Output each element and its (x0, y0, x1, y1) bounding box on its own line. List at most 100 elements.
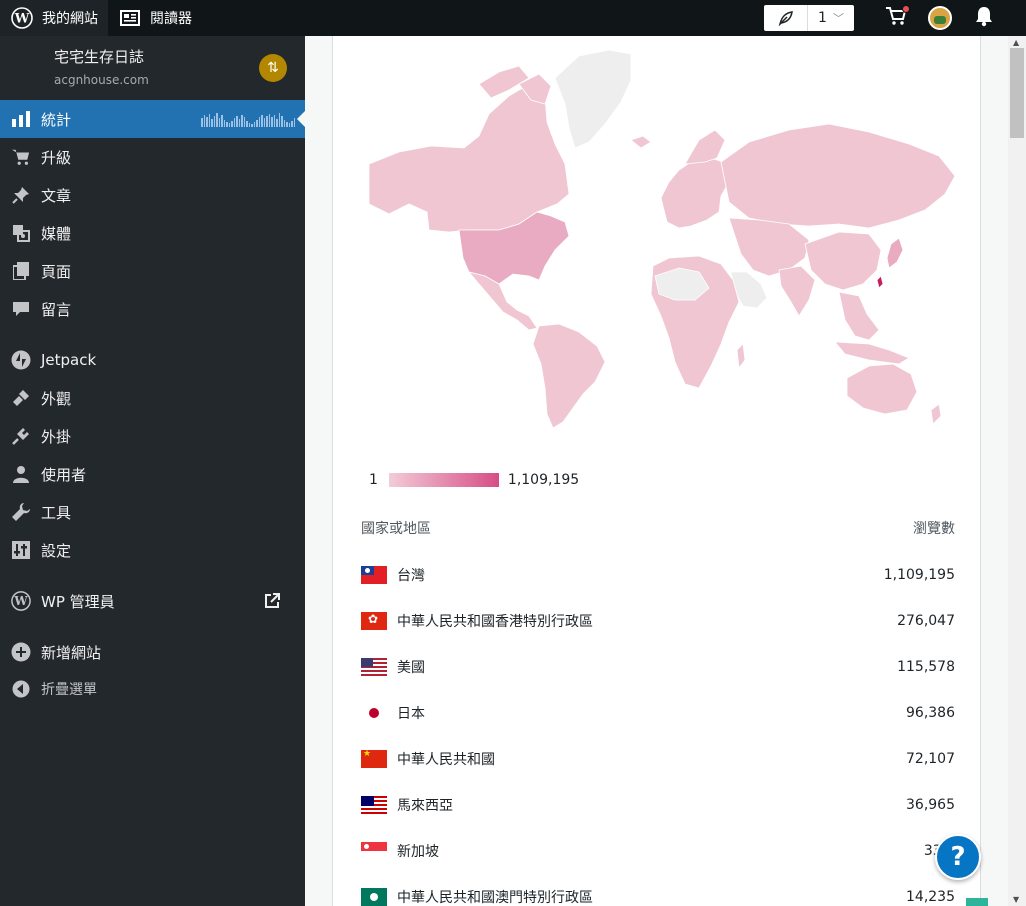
sidebar-item-label: 使用者 (41, 465, 87, 484)
profile-button[interactable] (918, 0, 962, 36)
sidebar-item-upgrades[interactable]: 升級 (0, 138, 305, 176)
svg-text:W: W (13, 594, 28, 608)
settings-sliders-icon (10, 539, 32, 561)
map-region-russia[interactable] (720, 123, 956, 229)
map-region-madagascar[interactable] (736, 343, 746, 370)
map-region-japan[interactable] (886, 237, 904, 269)
sidebar-item-settings[interactable]: 設定 (0, 531, 305, 569)
avatar (928, 6, 952, 30)
scroll-up-icon[interactable]: ▲ (1013, 38, 1019, 47)
sidebar-item-collapse[interactable]: 折疊選單 (0, 671, 305, 707)
wrench-icon (10, 501, 32, 523)
sidebar-item-media[interactable]: 媒體 (0, 214, 305, 252)
wordpress-logo-icon: W (10, 590, 32, 612)
map-region-australia[interactable] (846, 363, 918, 415)
scrollbar-thumb[interactable] (1010, 48, 1024, 138)
taiwan-flag-icon (361, 566, 387, 584)
table-row[interactable]: 台灣 1,109,195 (361, 552, 955, 598)
legend-min: 1 (369, 472, 378, 488)
table-row[interactable]: 中華人民共和國香港特別行政區 276,047 (361, 598, 955, 644)
scrollbar[interactable]: ▲ ▼ (1008, 36, 1026, 906)
country-views: 96,386 (906, 705, 955, 721)
help-button[interactable]: ? (935, 834, 981, 880)
table-row[interactable]: 中華人民共和國 72,107 (361, 736, 955, 782)
map-region-canada[interactable] (368, 83, 570, 233)
jetpack-icon (10, 349, 32, 371)
sync-icon[interactable]: ⇅ (259, 54, 287, 82)
country-views: 36,965 (906, 797, 955, 813)
status-count: 1 ﹀ (808, 10, 854, 26)
sidebar-item-label: 外掛 (41, 427, 72, 446)
reader-menu[interactable]: 閱讀器 (108, 0, 202, 36)
table-row[interactable]: 美國 115,578 (361, 644, 955, 690)
bar-chart-icon (10, 108, 32, 130)
map-region-indonesia[interactable] (834, 341, 910, 365)
brush-icon (10, 387, 32, 409)
collapse-arrow-icon (10, 678, 32, 700)
table-row[interactable]: 日本 96,386 (361, 690, 955, 736)
sidebar-item-jetpack[interactable]: Jetpack (0, 341, 305, 379)
map-region-india[interactable] (778, 265, 816, 317)
bell-icon (974, 5, 994, 31)
country-views: 276,047 (897, 613, 955, 629)
sidebar-item-wp-admin[interactable]: W WP 管理員 (0, 582, 305, 620)
hong-kong-flag-icon (361, 612, 387, 630)
world-map (368, 44, 956, 429)
cart-notification-dot (902, 5, 910, 13)
country-name: 台灣 (397, 568, 425, 584)
sidebar-item-label: 媒體 (41, 224, 72, 243)
country-name: 新加坡 (397, 844, 439, 860)
plus-circle-icon (10, 641, 32, 663)
map-region-taiwan[interactable] (876, 275, 884, 289)
sidebar-item-pages[interactable]: 頁面 (0, 252, 305, 290)
cart-button[interactable] (874, 0, 918, 36)
sidebar-item-label: 工具 (41, 503, 72, 522)
countries-table: 國家或地區 瀏覽數 台灣 1,109,195 中華人民共和國香港特別行政區 27… (361, 518, 955, 906)
sidebar-item-comments[interactable]: 留言 (0, 290, 305, 328)
sidebar-item-label: 升級 (41, 148, 72, 167)
wordpress-logo-icon: W (10, 6, 34, 30)
sidebar-item-appearance[interactable]: 外觀 (0, 379, 305, 417)
sidebar-item-posts[interactable]: 文章 (0, 176, 305, 214)
map-region-china[interactable] (804, 231, 882, 291)
cart-icon (10, 146, 32, 168)
sidebar-item-label: 文章 (41, 186, 72, 205)
table-row[interactable]: 中華人民共和國澳門特別行政區 14,235 (361, 874, 955, 906)
chat-widget-tab[interactable] (966, 898, 988, 906)
macau-flag-icon (361, 888, 387, 906)
singapore-flag-icon (361, 842, 387, 860)
china-flag-icon (361, 750, 387, 768)
map-region-iceland[interactable] (630, 135, 652, 149)
table-header: 國家或地區 瀏覽數 (361, 518, 955, 552)
map-region-south-america[interactable] (532, 323, 606, 429)
sidebar-item-tools[interactable]: 工具 (0, 493, 305, 531)
country-name: 馬來西亞 (397, 798, 453, 814)
chevron-down-icon: ﹀ (832, 12, 844, 25)
map-region-greenland[interactable] (554, 49, 632, 149)
my-sites-menu[interactable]: W 我的網站 (0, 0, 108, 36)
map-region-se-asia[interactable] (838, 291, 880, 341)
map-region-europe[interactable] (660, 155, 730, 229)
top-bar: W 我的網站 閱讀器 1 ﹀ (0, 0, 1026, 36)
sidebar-item-label: 統計 (41, 110, 72, 129)
japan-flag-icon (361, 704, 387, 722)
sidebar-item-stats[interactable]: 統計 (0, 100, 305, 138)
activity-status-box[interactable]: 1 ﹀ (764, 5, 854, 31)
scroll-down-icon[interactable]: ▼ (1013, 895, 1019, 904)
legend-max: 1,109,195 (507, 472, 580, 488)
country-views: 115,578 (897, 659, 955, 675)
table-row[interactable]: 馬來西亞 36,965 (361, 782, 955, 828)
notifications-button[interactable] (962, 0, 1006, 36)
table-row[interactable]: 新加坡 33,9 (361, 828, 955, 874)
comment-icon (10, 298, 32, 320)
sidebar-item-users[interactable]: 使用者 (0, 455, 305, 493)
pin-icon (10, 184, 32, 206)
country-name: 美國 (397, 660, 425, 676)
site-header[interactable]: 宅宅生存日誌 acgnhouse.com ⇅ (0, 36, 305, 100)
map-legend: 1 1,109,195 (369, 472, 579, 488)
sidebar-item-add-site[interactable]: 新增網站 (0, 633, 305, 671)
sidebar-item-plugins[interactable]: 外掛 (0, 417, 305, 455)
map-region-scandinavia[interactable] (684, 129, 726, 165)
sidebar-item-label: 新增網站 (41, 643, 102, 662)
map-region-new-zealand[interactable] (930, 403, 942, 425)
